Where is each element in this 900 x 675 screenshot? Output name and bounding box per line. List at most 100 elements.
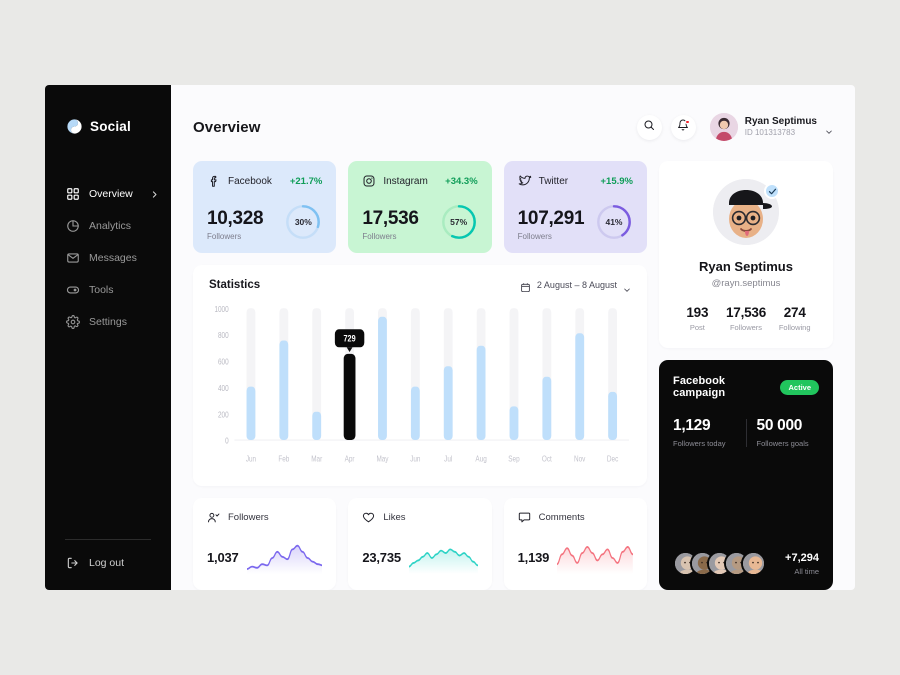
card-figures: 107,291 Followers (518, 209, 595, 241)
metric-label: Comments (538, 512, 585, 523)
metric-value: 1,037 (207, 550, 239, 565)
search-button[interactable] (636, 114, 662, 140)
network-name: Instagram (383, 175, 428, 187)
card-header: Twitter +15.9% (518, 174, 633, 188)
profile-stats: 193 Post 17,536 Followers 274 Following (673, 305, 819, 332)
brand: Social (45, 111, 171, 141)
svg-text:Dec: Dec (607, 455, 619, 464)
logout-button[interactable]: Log out (61, 556, 155, 570)
social-card-twitter[interactable]: Twitter +15.9% 107,291 Followers 41% (503, 161, 647, 253)
donut-percent: 41% (605, 217, 623, 227)
sparkline (246, 542, 323, 574)
svg-text:729: 729 (344, 334, 357, 344)
followers-count: 17,536 (362, 208, 419, 230)
statistics-bar-chart: 0 200 400 600 800 1000 Jun Feb Mar 729 Apr May Jun Ju… (209, 301, 631, 476)
heart-icon (362, 511, 375, 524)
stat-value: 17,536 (725, 305, 767, 320)
metric-header: Comments (518, 511, 633, 524)
followers-label: Followers (207, 232, 242, 241)
delta-value: +15.9% (600, 175, 633, 187)
sidebar-nav: Overview Analytics Messages Tools Settin… (45, 179, 171, 337)
avatar (709, 113, 738, 141)
card-figures: 10,328 Followers (207, 209, 284, 241)
status-badge: Active (780, 379, 819, 395)
card-body: 17,536 Followers 57% (362, 203, 477, 241)
notifications-button[interactable] (670, 114, 696, 140)
sidebar-item-overview[interactable]: Overview (45, 179, 171, 209)
search-icon (643, 118, 655, 136)
card-body: 10,328 Followers 30% (207, 203, 322, 241)
toggle-icon (66, 283, 80, 297)
metric-card-likes[interactable]: Likes 23,735 (348, 498, 492, 590)
pie-chart-icon (66, 219, 80, 233)
progress-donut: 41% (595, 203, 633, 241)
stat-value: 50 000 (756, 417, 803, 434)
metric-header: Likes (362, 511, 477, 524)
followers-label: Followers (362, 232, 397, 241)
profile-card: Ryan Septimus @rayn.septimus 193 Post 17… (659, 161, 833, 348)
gear-icon (66, 315, 80, 329)
stat-label: Followers goals (756, 439, 809, 448)
svg-text:Sep: Sep (508, 455, 519, 464)
comment-icon (518, 511, 531, 524)
donut-percent: 57% (450, 217, 468, 227)
campaign-followers-today: 1,129 Followers today (673, 417, 736, 448)
metric-value: 23,735 (362, 550, 401, 565)
sidebar-item-label: Settings (89, 316, 127, 328)
svg-text:Feb: Feb (278, 455, 289, 464)
topbar-actions: Ryan Septimus ID 101313783 (636, 113, 833, 141)
svg-text:1000: 1000 (214, 305, 228, 314)
envelope-icon (66, 251, 80, 265)
date-range-label: 2 August – 8 August (536, 280, 617, 290)
card-body: 107,291 Followers 41% (518, 203, 633, 241)
sidebar-item-label: Overview (89, 188, 133, 200)
social-card-facebook[interactable]: Facebook +21.7% 10,328 Followers 30% (193, 161, 337, 253)
campaign-followers-goal: 50 000 Followers goals (757, 417, 820, 448)
profile-stat-post: 193 Post (673, 305, 722, 332)
stat-value: 1,129 (673, 417, 711, 434)
avatar[interactable] (741, 551, 766, 576)
avatar-stack[interactable] (673, 551, 766, 576)
sidebar-item-messages[interactable]: Messages (45, 243, 171, 273)
profile-avatar (713, 179, 780, 245)
metric-label: Likes (383, 512, 406, 523)
stat-value: 193 (686, 305, 709, 320)
svg-text:800: 800 (218, 332, 229, 341)
content-area: Facebook +21.7% 10,328 Followers 30% Ins… (193, 161, 833, 590)
sidebar-item-label: Analytics (89, 220, 132, 232)
svg-text:600: 600 (218, 358, 229, 367)
profile-stat-followers: 17,536 Followers (722, 305, 771, 332)
topbar: Overview Ryan Septimus ID 101313783 (193, 107, 833, 147)
alltime-value: +7,294 (785, 551, 819, 564)
svg-text:Apr: Apr (345, 455, 355, 464)
user-menu[interactable]: Ryan Septimus ID 101313783 (709, 113, 833, 141)
svg-text:400: 400 (218, 384, 229, 393)
network-name: Twitter (538, 175, 569, 187)
date-range-picker[interactable]: 2 August – 8 August (520, 280, 631, 292)
progress-donut: 30% (284, 203, 322, 241)
donut-percent: 30% (294, 217, 312, 227)
logout-section: Log out (45, 539, 171, 570)
metric-card-comments[interactable]: Comments 1,139 (503, 498, 647, 590)
followers-label: Followers (517, 232, 552, 241)
chevron-down-icon (623, 281, 631, 292)
delta-value: +34.3% (445, 175, 478, 187)
twitter-icon (518, 174, 532, 188)
page-title: Overview (193, 118, 261, 136)
metrics-row: Followers 1,037 Likes 23,735 Comments 1,… (193, 498, 647, 590)
svg-text:Oct: Oct (542, 455, 552, 464)
svg-text:Jun: Jun (246, 455, 256, 464)
sidebar-item-tools[interactable]: Tools (45, 275, 171, 305)
metric-card-followers[interactable]: Followers 1,037 (193, 498, 337, 590)
sidebar-item-settings[interactable]: Settings (45, 307, 171, 337)
user-check-icon (207, 511, 220, 524)
main-content: Overview Ryan Septimus ID 101313783 Face… (171, 85, 855, 590)
stat-label: Following (778, 323, 811, 332)
brand-name: Social (90, 118, 131, 134)
sidebar-item-analytics[interactable]: Analytics (45, 211, 171, 241)
metric-body: 23,735 (362, 538, 478, 577)
social-card-instagram[interactable]: Instagram +34.3% 17,536 Followers 57% (348, 161, 492, 253)
svg-text:May: May (376, 455, 388, 464)
social-cards-row: Facebook +21.7% 10,328 Followers 30% Ins… (193, 161, 647, 253)
